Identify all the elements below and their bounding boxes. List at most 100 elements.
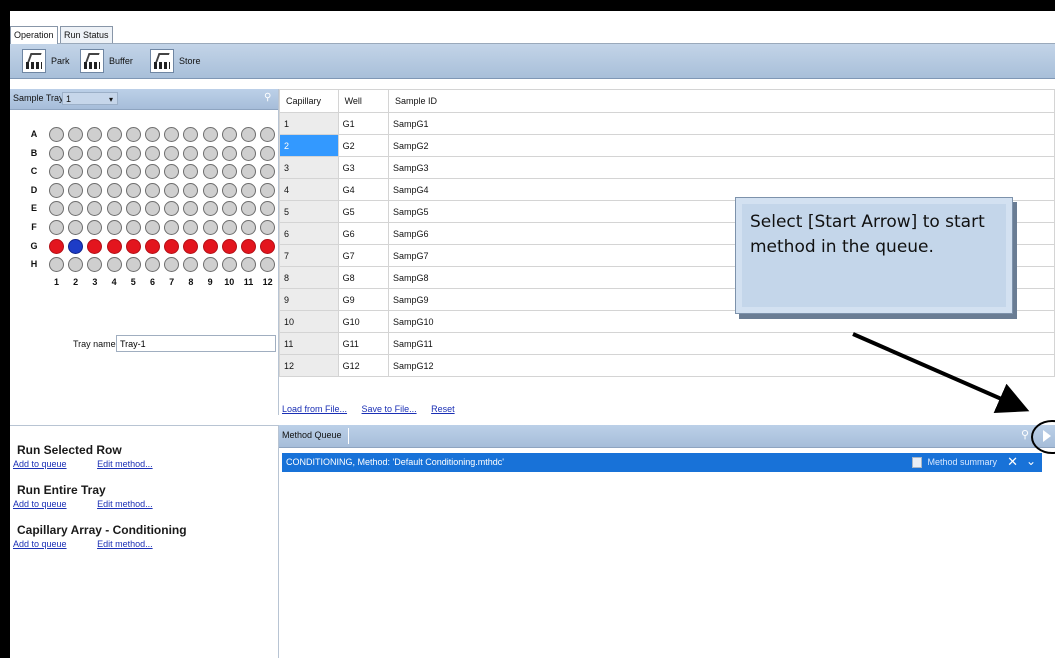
well-e8[interactable] xyxy=(183,201,199,217)
cell-capillary[interactable]: 9 xyxy=(279,288,339,311)
start-arrow-icon[interactable] xyxy=(1043,430,1051,442)
well-h3[interactable] xyxy=(87,257,103,273)
cell-sample-id[interactable]: SampG3 xyxy=(387,156,1055,179)
well-e6[interactable] xyxy=(145,201,160,217)
well-g5[interactable] xyxy=(125,238,141,254)
well-e1[interactable] xyxy=(49,201,64,217)
column-header-sample-id[interactable]: Sample ID xyxy=(387,89,1055,113)
well-h11[interactable] xyxy=(241,257,256,273)
well-d3[interactable] xyxy=(87,182,103,198)
well-h4[interactable] xyxy=(106,257,122,273)
well-c8[interactable] xyxy=(183,164,199,180)
well-b1[interactable] xyxy=(49,145,64,161)
tab-operation[interactable]: Operation xyxy=(10,26,58,44)
cell-sample-id[interactable]: SampG11 xyxy=(387,332,1055,355)
save-to-file-link[interactable]: Save to File... xyxy=(362,404,417,414)
well-g4[interactable] xyxy=(106,238,122,254)
cell-well[interactable]: G5 xyxy=(337,200,389,223)
well-f10[interactable] xyxy=(221,220,237,235)
cell-well[interactable]: G10 xyxy=(337,310,389,333)
park-button[interactable]: Park xyxy=(22,48,70,74)
well-f2[interactable] xyxy=(68,220,84,235)
cell-well[interactable]: G2 xyxy=(337,134,389,157)
well-a6[interactable] xyxy=(145,127,160,142)
cell-capillary[interactable]: 1 xyxy=(279,112,339,135)
well-c6[interactable] xyxy=(145,164,160,180)
well-f5[interactable] xyxy=(125,220,141,235)
run-selected-row-edit-link[interactable]: Edit method... xyxy=(97,459,153,469)
well-a3[interactable] xyxy=(87,127,103,142)
well-e7[interactable] xyxy=(164,201,180,217)
cell-sample-id[interactable]: SampG1 xyxy=(387,112,1055,135)
well-d4[interactable] xyxy=(106,182,122,198)
well-a2[interactable] xyxy=(68,127,84,142)
cell-well[interactable]: G7 xyxy=(337,244,389,267)
store-button[interactable]: Store xyxy=(150,48,201,74)
well-e5[interactable] xyxy=(125,201,141,217)
well-d7[interactable] xyxy=(164,182,180,198)
cell-well[interactable]: G4 xyxy=(337,178,389,201)
cell-well[interactable]: G11 xyxy=(337,332,389,355)
well-a4[interactable] xyxy=(106,127,122,142)
well-g9[interactable] xyxy=(202,238,218,254)
well-d8[interactable] xyxy=(183,182,199,198)
cell-sample-id[interactable]: SampG12 xyxy=(387,354,1055,377)
well-h8[interactable] xyxy=(183,257,199,273)
run-selected-row-add-link[interactable]: Add to queue xyxy=(13,459,67,469)
cell-capillary[interactable]: 3 xyxy=(279,156,339,179)
cell-capillary[interactable]: 11 xyxy=(279,332,339,355)
pin-icon[interactable]: ⚲ xyxy=(264,92,274,104)
well-f11[interactable] xyxy=(241,220,256,235)
well-f6[interactable] xyxy=(145,220,160,235)
well-c7[interactable] xyxy=(164,164,180,180)
queue-item[interactable]: CONDITIONING, Method: 'Default Condition… xyxy=(282,453,1042,472)
cell-capillary[interactable]: 6 xyxy=(279,222,339,245)
well-d11[interactable] xyxy=(241,182,256,198)
well-g3[interactable] xyxy=(87,238,103,254)
well-f8[interactable] xyxy=(183,220,199,235)
well-g12[interactable] xyxy=(260,238,276,254)
well-f3[interactable] xyxy=(87,220,103,235)
well-b4[interactable] xyxy=(106,145,122,161)
pin-icon[interactable]: ⚲ xyxy=(1021,428,1029,441)
well-a12[interactable] xyxy=(260,127,276,142)
well-b12[interactable] xyxy=(260,145,276,161)
well-f4[interactable] xyxy=(106,220,122,235)
cell-well[interactable]: G8 xyxy=(337,266,389,289)
table-row[interactable]: 11 G11 SampG11 xyxy=(279,332,1055,355)
well-a7[interactable] xyxy=(164,127,180,142)
well-g6[interactable] xyxy=(145,238,160,254)
well-f7[interactable] xyxy=(164,220,180,235)
buffer-button[interactable]: Buffer xyxy=(80,48,133,74)
well-c4[interactable] xyxy=(106,164,122,180)
well-h2[interactable] xyxy=(68,257,84,273)
cell-capillary[interactable]: 10 xyxy=(279,310,339,333)
cell-capillary[interactable]: 8 xyxy=(279,266,339,289)
well-a1[interactable] xyxy=(49,127,64,142)
well-f12[interactable] xyxy=(260,220,276,235)
cell-well[interactable]: G1 xyxy=(337,112,389,135)
well-h12[interactable] xyxy=(260,257,276,273)
well-h10[interactable] xyxy=(221,257,237,273)
well-e9[interactable] xyxy=(202,201,218,217)
reset-link[interactable]: Reset xyxy=(431,404,455,414)
well-d2[interactable] xyxy=(68,182,84,198)
cell-capillary[interactable]: 12 xyxy=(279,354,339,377)
table-row[interactable]: 1 G1 SampG1 xyxy=(279,112,1055,135)
well-g8[interactable] xyxy=(183,238,199,254)
well-b3[interactable] xyxy=(87,145,103,161)
tab-run-status[interactable]: Run Status xyxy=(60,26,113,43)
table-row[interactable]: 3 G3 SampG3 xyxy=(279,156,1055,179)
well-d10[interactable] xyxy=(221,182,237,198)
well-d5[interactable] xyxy=(125,182,141,198)
well-c9[interactable] xyxy=(202,164,218,180)
method-summary-link[interactable]: Method summary xyxy=(927,457,997,467)
well-e3[interactable] xyxy=(87,201,103,217)
well-c5[interactable] xyxy=(125,164,141,180)
well-b8[interactable] xyxy=(183,145,199,161)
well-d1[interactable] xyxy=(49,182,64,198)
well-h9[interactable] xyxy=(202,257,218,273)
well-b5[interactable] xyxy=(125,145,141,161)
table-row[interactable]: 12 G12 SampG12 xyxy=(279,354,1055,377)
expand-icon[interactable]: ⌄ xyxy=(1026,454,1036,468)
